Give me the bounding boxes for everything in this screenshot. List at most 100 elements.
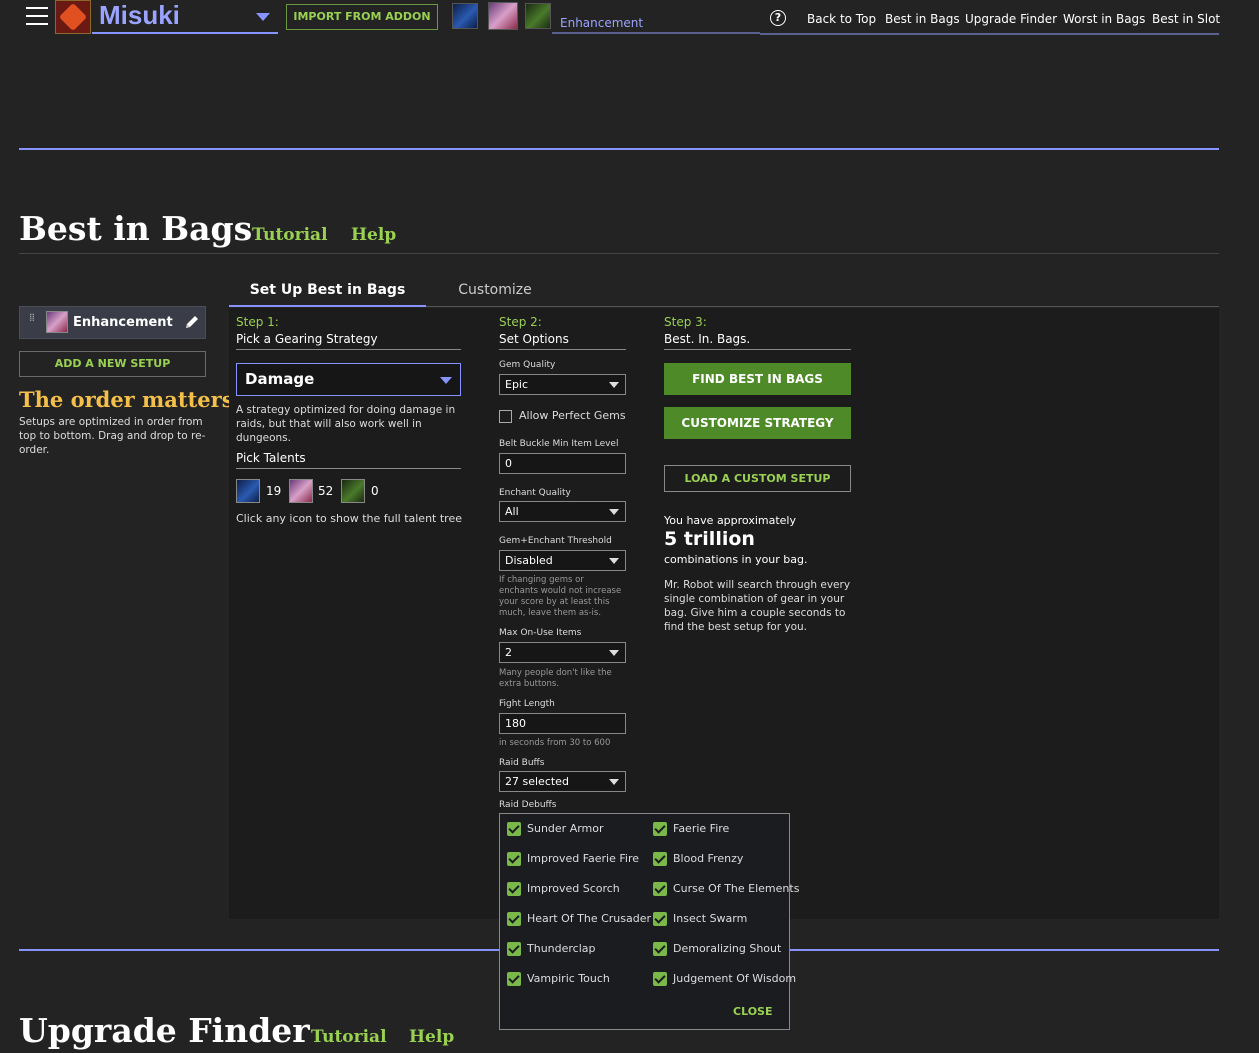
strategy-value: Damage [245,370,315,388]
spec-label: Enhancement [560,16,644,30]
elemental-spec-icon[interactable] [452,3,478,29]
threshold-value: Disabled [505,554,553,567]
tab-customize[interactable]: Customize [430,282,560,307]
nav-best-in-slot[interactable]: Best in Slot [1152,12,1220,26]
upgrade-finder-title: Upgrade Finder [19,1011,310,1050]
debuff-checkbox[interactable] [507,942,521,956]
debuff-label[interactable]: Improved Scorch [527,882,620,895]
setup-name: Enhancement [73,315,173,330]
step3-title: Best. In. Bags. [664,332,851,350]
on-use-select[interactable]: 2 [499,642,626,663]
gem-quality-label: Gem Quality [499,360,556,370]
nav-back-to-top[interactable]: Back to Top [807,12,876,26]
step3-number: Step 3: [664,315,707,329]
fight-length-note: in seconds from 30 to 600 [499,738,611,748]
chevron-down-icon[interactable] [256,13,270,21]
combinations-count: 5 trillion [664,528,755,550]
upgrade-finder-tutorial-link[interactable]: Tutorial [311,1027,387,1047]
raid-debuffs-label: Raid Debuffs [499,800,557,810]
debuff-label[interactable]: Thunderclap [527,942,596,955]
best-in-bags-title: Best in Bags [19,209,253,248]
step2-title: Set Options [499,332,626,350]
belt-buckle-input[interactable]: 0 [499,453,626,474]
debuff-checkbox[interactable] [653,882,667,896]
debuff-label[interactable]: Insect Swarm [673,912,747,925]
debuff-checkbox[interactable] [507,822,521,836]
load-custom-setup-button[interactable]: LOAD A CUSTOM SETUP [664,465,851,492]
enhancement-talent-points: 52 [318,484,334,498]
character-class-icon [55,0,91,34]
nav-upgrade-finder[interactable]: Upgrade Finder [965,12,1057,26]
debuff-checkbox[interactable] [653,972,667,986]
raid-buffs-value: 27 selected [505,775,569,788]
chevron-down-icon [609,509,619,515]
upgrade-finder-help-link[interactable]: Help [409,1027,454,1047]
tab-setup-best-in-bags[interactable]: Set Up Best in Bags [229,282,426,307]
debuff-label[interactable]: Heart Of The Crusader [527,912,651,925]
tab-divider [426,306,1219,307]
raid-buffs-select[interactable]: 27 selected [499,771,626,792]
order-matters-description: Setups are optimized in order from top t… [19,416,206,456]
debuff-label[interactable]: Demoralizing Shout [673,942,781,955]
allow-perfect-gems-label: Allow Perfect Gems [519,409,626,422]
enchant-quality-select[interactable]: All [499,501,626,522]
talents-title: Pick Talents [236,451,461,469]
customize-strategy-button[interactable]: CUSTOMIZE STRATEGY [664,407,851,439]
help-icon[interactable]: ? [770,10,786,26]
talent-hint: Click any icon to show the full talent t… [236,512,462,525]
elemental-talent-icon[interactable] [236,479,260,503]
on-use-label: Max On-Use Items [499,628,582,638]
close-button[interactable]: CLOSE [733,1005,772,1018]
fight-length-label: Fight Length [499,699,555,709]
nav-best-in-bags[interactable]: Best in Bags [885,12,960,26]
debuff-label[interactable]: Sunder Armor [527,822,604,835]
debuff-label[interactable]: Curse Of The Elements [673,882,799,895]
pencil-icon[interactable] [184,314,200,330]
debuff-checkbox[interactable] [507,912,521,926]
elemental-talent-points: 19 [266,484,282,498]
combinations-suffix: combinations in your bag. [664,553,808,566]
debuff-label[interactable]: Blood Frenzy [673,852,743,865]
debuff-checkbox[interactable] [507,972,521,986]
strategy-select[interactable]: Damage [236,363,461,396]
add-setup-button[interactable]: ADD A NEW SETUP [19,351,206,377]
nav-worst-in-bags[interactable]: Worst in Bags [1063,12,1145,26]
strategy-description: A strategy optimized for doing damage in… [236,404,456,444]
find-best-in-bags-button[interactable]: FIND BEST IN BAGS [664,363,851,395]
restoration-spec-icon[interactable] [525,3,551,29]
enhancement-talent-icon[interactable] [289,479,313,503]
order-matters-title: The order matters [19,387,234,412]
import-from-addon-button[interactable]: IMPORT FROM ADDON [286,4,438,30]
debuff-checkbox[interactable] [653,942,667,956]
debuff-checkbox[interactable] [653,912,667,926]
robot-description: Mr. Robot will search through every sing… [664,579,851,633]
debuff-label[interactable]: Faerie Fire [673,822,729,835]
debuff-label[interactable]: Improved Faerie Fire [527,852,639,865]
gem-quality-value: Epic [505,378,529,391]
threshold-select[interactable]: Disabled [499,550,626,571]
threshold-note: If changing gems or enchants would not i… [499,575,622,618]
debuff-checkbox[interactable] [507,882,521,896]
debuff-label[interactable]: Judgement Of Wisdom [673,972,796,985]
restoration-talent-points: 0 [371,484,379,498]
chevron-down-icon [609,779,619,785]
chevron-down-icon [609,650,619,656]
allow-perfect-gems-checkbox[interactable] [499,410,512,423]
debuff-label[interactable]: Vampiric Touch [527,972,610,985]
enhancement-spec-icon[interactable] [488,2,518,30]
hamburger-menu-icon[interactable] [26,7,48,27]
debuff-checkbox[interactable] [507,852,521,866]
combinations-intro: You have approximately [664,514,796,527]
belt-buckle-label: Belt Buckle Min Item Level [499,439,619,449]
restoration-talent-icon[interactable] [341,479,365,503]
debuff-checkbox[interactable] [653,852,667,866]
drag-handle-icon[interactable]: ⁞⁞ [29,312,37,329]
step1-number: Step 1: [236,315,279,329]
fight-length-input[interactable]: 180 [499,713,626,734]
chevron-down-icon [609,558,619,564]
best-in-bags-tutorial-link[interactable]: Tutorial [252,225,328,245]
best-in-bags-help-link[interactable]: Help [351,225,396,245]
section-divider [19,148,1219,150]
debuff-checkbox[interactable] [653,822,667,836]
gem-quality-select[interactable]: Epic [499,374,626,395]
